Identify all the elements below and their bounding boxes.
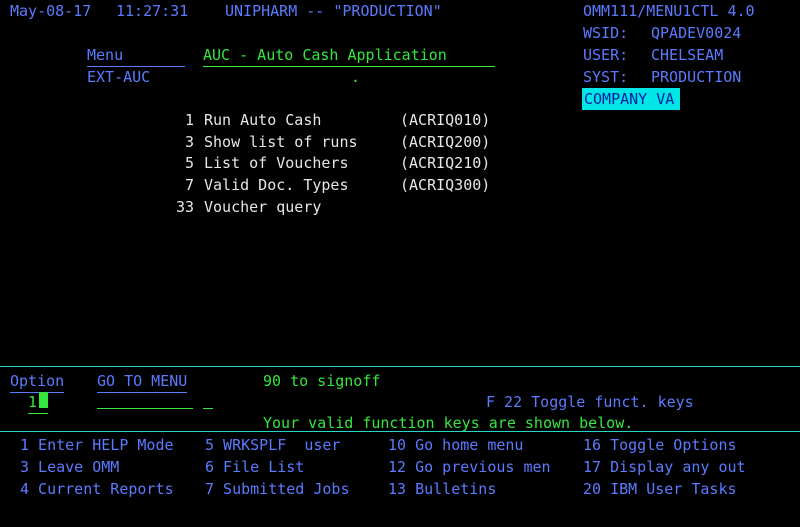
wsid-value: QPADEV0024 (651, 24, 742, 42)
fkey-ibm-user-tasks[interactable]: 20 IBM User Tasks (583, 478, 737, 500)
fkey-toggle-options[interactable]: 16 Toggle Options (583, 434, 737, 456)
menu-dot: . (351, 68, 361, 86)
user-value: CHELSEAM (651, 46, 724, 64)
header-program: OMM111/MENU1CTL 4.0 (583, 2, 755, 20)
fkey-wrksplf[interactable]: 5 WRKSPLF user (205, 434, 340, 456)
menu-item-label: Voucher query (204, 198, 322, 216)
signoff-hint: 90 to signoff (263, 372, 381, 390)
menu-item-number: 5 (184, 154, 194, 172)
menu-item-number: 7 (184, 176, 194, 194)
menu-item-label: Run Auto Cash (204, 111, 322, 129)
header-time: 11:27:31 (116, 2, 189, 20)
fkey-go-home[interactable]: 10 Go home menu (388, 434, 523, 456)
header-system: UNIPHARM -- "PRODUCTION" (225, 2, 442, 20)
separator-bottom (0, 431, 800, 432)
menu-item-code: (ACRIQ300) (400, 176, 491, 194)
menu-item-code: (ACRIQ210) (400, 154, 491, 172)
menu-id: EXT-AUC (87, 68, 151, 86)
menu-item-code: (ACRIQ010) (400, 111, 491, 129)
separator-top (0, 366, 800, 367)
fkey-bulletins[interactable]: 13 Bulletins (388, 478, 496, 500)
fkey-leave-omm[interactable]: 3 Leave OMM (20, 456, 119, 478)
menu-item-number: 3 (184, 133, 194, 151)
syst-value: PRODUCTION (651, 68, 742, 86)
header-date: May-08-17 (10, 2, 92, 20)
toggle-keys-hint: F 22 Toggle funct. keys (486, 393, 694, 411)
menu-item-code: (ACRIQ200) (400, 133, 491, 151)
fkey-enter-help[interactable]: 1 Enter HELP Mode (20, 434, 174, 456)
user-label: USER: (583, 46, 629, 64)
fkey-current-reports[interactable]: 4 Current Reports (20, 478, 174, 500)
menu-title: AUC - Auto Cash Application (203, 44, 495, 67)
menu-label: Menu (87, 44, 185, 67)
goto-menu-input-extra[interactable] (203, 391, 213, 409)
fkey-go-previous[interactable]: 12 Go previous men (388, 456, 551, 478)
syst-label: SYST: (583, 68, 629, 86)
fkey-display-any[interactable]: 17 Display any out (583, 456, 746, 478)
menu-item-number: 33 (175, 198, 194, 216)
fkey-file-list[interactable]: 6 File List (205, 456, 304, 478)
company-badge: COMPANY VA (582, 88, 680, 110)
menu-item-label: List of Vouchers (204, 154, 349, 172)
goto-menu-label: GO TO MENU (97, 370, 188, 393)
wsid-label: WSID: (583, 24, 629, 42)
menu-item-label: Show list of runs (204, 133, 358, 151)
option-label: Option (10, 370, 65, 393)
fkey-submitted-jobs[interactable]: 7 Submitted Jobs (205, 478, 350, 500)
goto-menu-input[interactable] (97, 391, 193, 409)
menu-item-label: Valid Doc. Types (204, 176, 349, 194)
option-input[interactable]: 1 (28, 391, 48, 414)
menu-item-number: 1 (184, 111, 194, 129)
